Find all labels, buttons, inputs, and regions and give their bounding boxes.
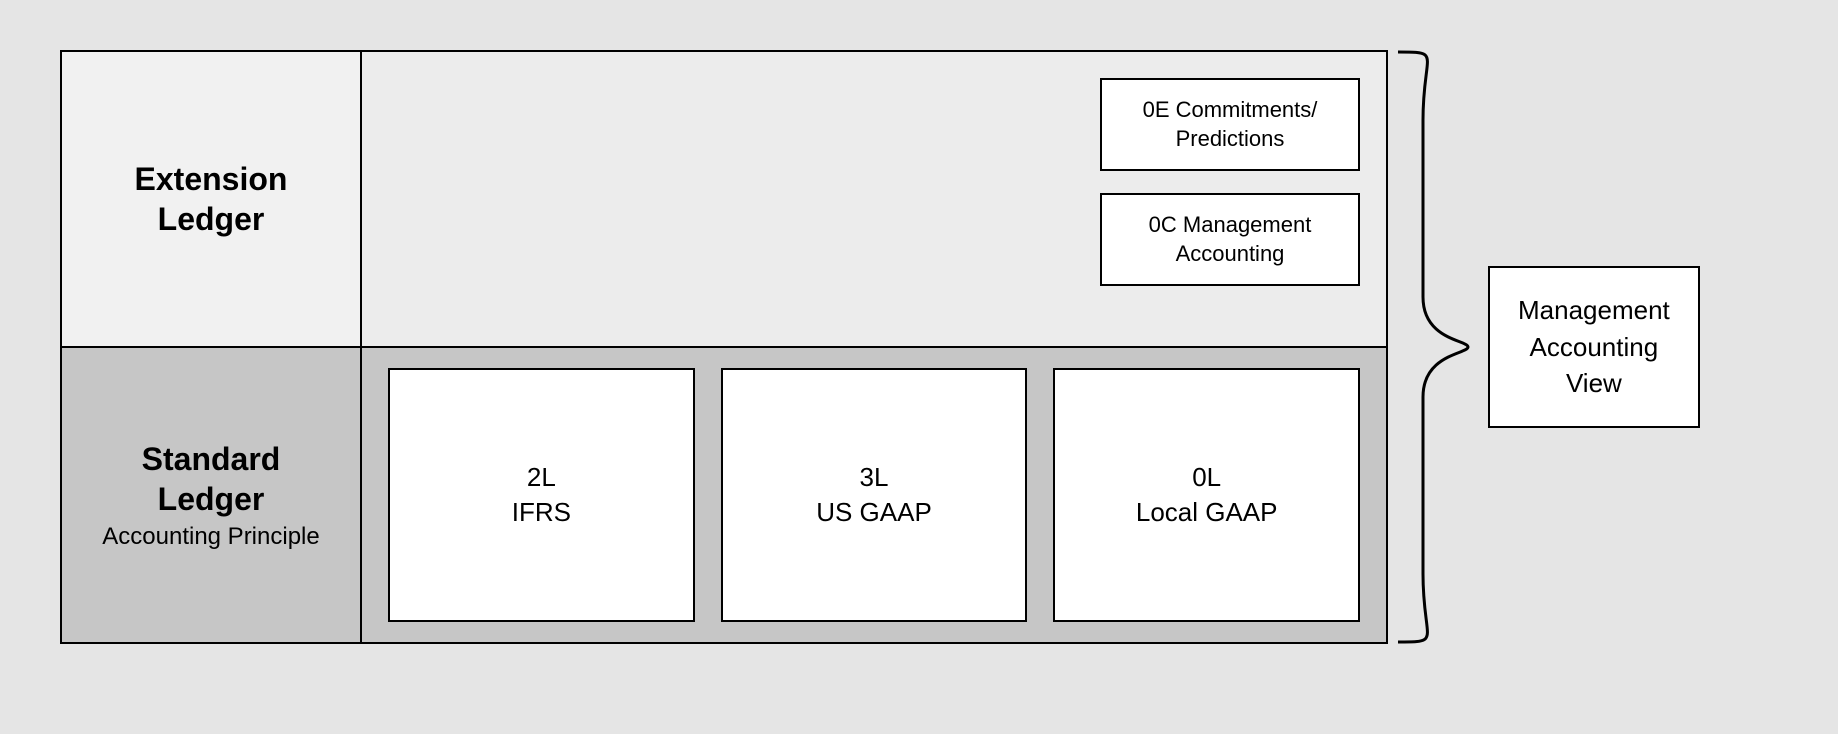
box-0l-localgaap: 0L Local GAAP [1053, 368, 1360, 622]
mgmt-column: Management Accounting View [1478, 50, 1778, 644]
diagram-canvas: Extension Ledger 0E Commitments/ Predict… [0, 0, 1838, 734]
mgmt-line2: Accounting [1530, 332, 1659, 362]
main-row: Extension Ledger 0E Commitments/ Predict… [60, 50, 1778, 644]
box-2l-line1: 2L [527, 460, 556, 495]
standard-title-line2: Ledger [158, 481, 265, 517]
extension-title-line1: Extension [135, 161, 288, 197]
standard-boxes: 2L IFRS 3L US GAAP 0L Local GAAP [388, 368, 1360, 622]
mgmt-line1: Management [1518, 295, 1670, 325]
box-0c-line2: Accounting [1176, 241, 1285, 266]
extension-boxes: 0E Commitments/ Predictions 0C Managemen… [1100, 78, 1360, 286]
extension-label-cell: Extension Ledger [62, 52, 362, 346]
box-0c-line1: 0C Management [1149, 212, 1312, 237]
box-2l-ifrs: 2L IFRS [388, 368, 695, 622]
standard-subtitle: Accounting Principle [102, 523, 319, 551]
extension-title: Extension Ledger [135, 159, 288, 239]
extension-content-cell: 0E Commitments/ Predictions 0C Managemen… [362, 52, 1386, 346]
brace-column [1388, 50, 1478, 644]
box-0l-line2: Local GAAP [1136, 495, 1278, 530]
extension-row: Extension Ledger 0E Commitments/ Predict… [62, 52, 1386, 346]
box-0e-line2: Predictions [1176, 126, 1285, 151]
box-0l-line1: 0L [1192, 460, 1221, 495]
box-0c-management-accounting: 0C Management Accounting [1100, 193, 1360, 286]
ledger-table: Extension Ledger 0E Commitments/ Predict… [60, 50, 1388, 644]
box-0e-line1: 0E Commitments/ [1143, 97, 1318, 122]
management-accounting-view-box: Management Accounting View [1488, 266, 1700, 427]
standard-title: Standard Ledger [142, 439, 281, 519]
standard-row: Standard Ledger Accounting Principle 2L … [62, 346, 1386, 642]
box-3l-line2: US GAAP [816, 495, 932, 530]
standard-title-line1: Standard [142, 441, 281, 477]
box-3l-usgaap: 3L US GAAP [721, 368, 1028, 622]
box-2l-line2: IFRS [512, 495, 571, 530]
extension-title-line2: Ledger [158, 201, 265, 237]
standard-content-cell: 2L IFRS 3L US GAAP 0L Local GAAP [362, 348, 1386, 642]
standard-label-cell: Standard Ledger Accounting Principle [62, 348, 362, 642]
box-0e-commitments: 0E Commitments/ Predictions [1100, 78, 1360, 171]
curly-brace-icon [1388, 50, 1478, 644]
box-3l-line1: 3L [860, 460, 889, 495]
mgmt-line3: View [1566, 368, 1622, 398]
